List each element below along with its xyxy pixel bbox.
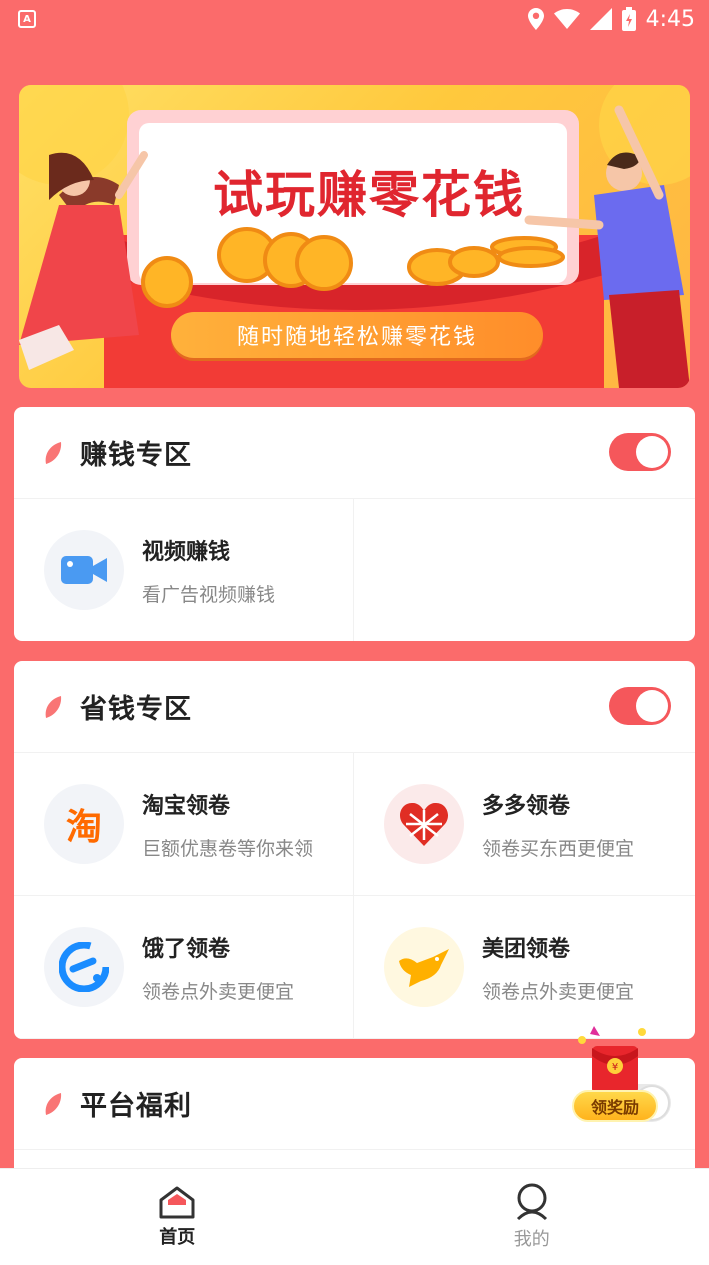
clock: 4:45 <box>645 6 695 32</box>
list-item-video-earn[interactable]: 视频赚钱 看广告视频赚钱 <box>14 499 354 641</box>
eleme-icon <box>44 927 124 1007</box>
meituan-icon <box>384 927 464 1007</box>
battery-icon <box>621 7 636 31</box>
banner-subtitle-pill[interactable]: 随时随地轻松赚零花钱 <box>171 312 543 358</box>
promo-banner[interactable]: 试玩赚零花钱 随时随地轻松赚零花钱 <box>19 85 690 388</box>
item-title: 饿了领卷 <box>142 936 231 962</box>
section-title: 赚钱专区 <box>80 440 192 471</box>
list-item-eleme[interactable]: 饿了领卷 领卷点外卖更便宜 <box>14 896 354 1039</box>
app-notification-icon: A <box>18 10 36 28</box>
reward-label: 领奖励 <box>572 1090 658 1122</box>
list-item-pinduoduo[interactable]: 多多领卷 领卷买东西更便宜 <box>354 753 695 896</box>
banner-title: 试玩赚零花钱 <box>213 166 525 224</box>
section-earn: 赚钱专区 视频赚钱 看广告视频赚钱 <box>14 407 695 641</box>
nav-label: 首页 <box>159 1227 196 1248</box>
leaf-icon <box>45 441 62 464</box>
home-icon <box>159 1186 195 1219</box>
reward-float-button[interactable]: ¥ 领奖励 <box>570 1026 665 1126</box>
nav-label: 我的 <box>513 1229 550 1250</box>
item-subtitle: 巨额优惠卷等你来领 <box>142 837 314 860</box>
item-title: 美团领卷 <box>482 936 571 962</box>
section-header: 省钱专区 <box>14 661 695 753</box>
section-title: 省钱专区 <box>80 694 192 725</box>
wifi-icon <box>553 9 580 29</box>
section-toggle[interactable] <box>609 433 671 471</box>
item-subtitle: 领卷买东西更便宜 <box>482 837 635 860</box>
item-subtitle: 看广告视频赚钱 <box>142 583 276 606</box>
nav-home[interactable]: 首页 <box>0 1169 355 1265</box>
signal-icon <box>589 8 612 30</box>
toggle-knob <box>636 436 668 468</box>
red-envelope-icon: ¥ <box>578 1026 646 1094</box>
bottom-navigation: 首页 我的 <box>0 1168 709 1265</box>
item-title: 淘宝领卷 <box>142 793 231 819</box>
status-bar: A 4:45 <box>0 0 709 38</box>
taobao-glyph: 淘 <box>65 807 102 848</box>
leaf-icon <box>45 1092 62 1115</box>
section-title: 平台福利 <box>80 1091 192 1122</box>
item-title: 多多领卷 <box>482 793 571 819</box>
list-item-taobao[interactable]: 淘 淘宝领卷 巨额优惠卷等你来领 <box>14 753 354 896</box>
svg-text:¥: ¥ <box>612 1062 618 1073</box>
section-save: 省钱专区 淘 淘宝领卷 巨额优惠卷等你来领 多多领卷 领卷买东西更便宜 饿了领卷… <box>14 661 695 1039</box>
leaf-icon <box>45 695 62 718</box>
taobao-icon: 淘 <box>44 784 124 864</box>
user-icon <box>516 1183 547 1221</box>
section-header: 赚钱专区 <box>14 407 695 499</box>
nav-mine[interactable]: 我的 <box>355 1169 709 1265</box>
section-toggle[interactable] <box>609 687 671 725</box>
list-item-meituan[interactable]: 美团领卷 领卷点外卖更便宜 <box>354 896 695 1039</box>
item-title: 视频赚钱 <box>142 539 231 565</box>
pinduoduo-icon <box>384 784 464 864</box>
location-icon <box>527 8 544 30</box>
toggle-knob <box>636 690 668 722</box>
item-subtitle: 领卷点外卖更便宜 <box>142 980 295 1003</box>
item-subtitle: 领卷点外卖更便宜 <box>482 980 635 1003</box>
video-camera-icon <box>44 530 124 610</box>
